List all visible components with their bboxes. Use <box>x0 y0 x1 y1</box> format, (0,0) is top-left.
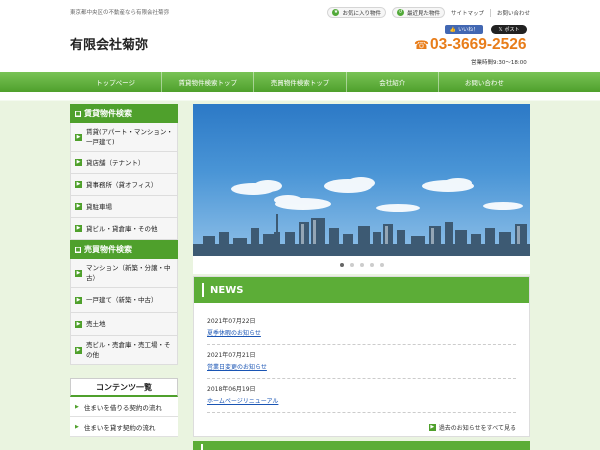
contents-item-label: 住まいを貸す契約の流れ <box>83 423 156 432</box>
sidebar: ■ 賃貸物件検索 ▶ 賃貸(アパート・マンション・一戸建て) ▶ 貸店舗（テナン… <box>70 104 178 437</box>
contents-item-lease-flow[interactable]: ▶ 住まいを貸す契約の流れ <box>70 417 178 437</box>
facebook-like-label: いいね！ <box>458 27 479 33</box>
sidebar-item-sale-mansion[interactable]: ▶ マンション（新築・分譲・中古） <box>70 259 178 288</box>
slider-dot[interactable] <box>339 263 344 267</box>
utility-nav: ★ お気に入り物件 ↺ 最近見た物件 サイトマップ お問い合わせ <box>327 7 530 18</box>
sidebar-item-label: 貸ビル・貸倉庫・その他 <box>86 224 158 233</box>
slider-dot[interactable] <box>379 263 384 267</box>
contents-heading: コンテンツ一覧 <box>70 378 178 397</box>
contents-item-label: 住まいを借りる契約の流れ <box>83 403 162 412</box>
news-item: 2021年07月22日 夏季休暇のお知らせ <box>207 311 516 345</box>
recent-label: 最近見た物件 <box>406 10 440 17</box>
nav-item-sale-search[interactable]: 売買物件検索トップ <box>253 72 345 92</box>
chevron-right-icon: ▶ <box>75 346 82 354</box>
sidebar-item-label: 売土地 <box>86 320 106 328</box>
nav-item-company[interactable]: 会社紹介 <box>345 72 438 92</box>
slider-pagination <box>193 256 530 274</box>
site-logo[interactable]: 有限会社菊弥 <box>70 34 148 53</box>
sale-search-title: 売買物件検索 <box>84 245 132 254</box>
news-more-label: 過去のお知らせをすべて見る <box>438 425 516 432</box>
rental-search-title: 賃貸物件検索 <box>84 109 132 118</box>
chevron-right-icon: ▶ <box>75 159 82 166</box>
nav-item-top[interactable]: トップページ <box>70 72 161 92</box>
sidebar-item-label: マンション（新築・分譲・中古） <box>86 264 171 282</box>
favorites-label: お気に入り物件 <box>342 10 381 17</box>
contents-item-rent-flow[interactable]: ▶ 住まいを借りる契約の流れ <box>70 397 178 417</box>
square-bullet-icon: ■ <box>75 246 81 253</box>
news-item: 2018年06月19日 ホームページリニューアル <box>207 379 516 413</box>
sidebar-item-sale-land[interactable]: ▶ 売土地 <box>70 313 178 336</box>
sidebar-item-label: 貸店舗（テナント） <box>86 158 145 167</box>
nav-item-rental-search[interactable]: 賃貸物件検索トップ <box>161 72 253 92</box>
chevron-right-icon: ▶ <box>428 424 436 431</box>
thumbs-up-icon: 👍 <box>449 26 457 33</box>
square-bullet-icon: ■ <box>75 110 81 117</box>
sidebar-item-label: 賃貸(アパート・マンション・一戸建て) <box>86 128 173 146</box>
news-link[interactable]: 営業日変更のお知らせ <box>207 362 516 371</box>
news-more-link[interactable]: ▶ 過去のお知らせをすべて見る <box>194 413 529 436</box>
news-section: NEWS 2021年07月22日 夏季休暇のお知らせ 2021年07月21日 営… <box>193 276 530 437</box>
rental-search-heading: ■ 賃貸物件検索 <box>70 104 178 123</box>
news-list: 2021年07月22日 夏季休暇のお知らせ 2021年07月21日 営業日変更の… <box>194 303 529 413</box>
news-item: 2021年07月21日 営業日変更のお知らせ <box>207 345 516 379</box>
sidebar-item-label: 貸事務所（貸オフィス） <box>86 180 158 189</box>
recent-button[interactable]: ↺ 最近見た物件 <box>391 7 445 18</box>
sidebar-item-rental-parking[interactable]: ▶ 貸駐車場 <box>70 196 178 218</box>
city-skyline-image <box>193 177 530 256</box>
util-divider <box>489 8 491 17</box>
phone-number[interactable]: ☎ 03-3669-2526 <box>414 36 527 54</box>
slider-dot[interactable] <box>359 263 364 267</box>
heading-accent-bar <box>202 283 204 297</box>
x-post-label: ポスト <box>504 27 520 33</box>
slider-dot[interactable] <box>349 263 354 267</box>
sidebar-item-label: 一戸建て（新築・中古） <box>86 296 158 304</box>
phone-number-text: 03-3669-2526 <box>430 36 527 53</box>
sitemap-link[interactable]: サイトマップ <box>451 9 484 17</box>
news-date: 2021年07月21日 <box>207 352 256 359</box>
sidebar-item-label: 貸駐車場 <box>86 202 112 211</box>
news-date: 2021年07月22日 <box>207 318 256 325</box>
x-post-button[interactable]: 𝕏 ポスト <box>491 25 527 34</box>
x-logo-icon: 𝕏 <box>498 26 503 33</box>
chevron-right-icon: ▶ <box>75 423 79 430</box>
sale-search-heading: ■ 売買物件検索 <box>70 240 178 259</box>
chevron-right-icon: ▶ <box>75 203 82 210</box>
news-link[interactable]: 夏季休暇のお知らせ <box>207 328 516 337</box>
news-link[interactable]: ホームページリニューアル <box>207 396 516 405</box>
chevron-right-icon: ▶ <box>75 133 82 141</box>
sidebar-item-rental-other[interactable]: ▶ 貸ビル・貸倉庫・その他 <box>70 218 178 240</box>
chevron-right-icon: ▶ <box>75 225 82 232</box>
business-hours: 営業時間9:30～18:00 <box>471 60 527 66</box>
chevron-right-icon: ▶ <box>75 181 82 188</box>
site-tagline: 東京都中央区の不動産なら有限会社菊弥 <box>70 10 170 16</box>
facebook-like-button[interactable]: 👍 いいね！ <box>445 25 483 34</box>
sidebar-item-sale-house[interactable]: ▶ 一戸建て（新築・中古） <box>70 288 178 313</box>
next-section-heading <box>193 441 530 450</box>
phone-icon: ☎ <box>414 38 429 52</box>
chevron-right-icon: ▶ <box>75 269 82 277</box>
header-contact-link[interactable]: お問い合わせ <box>497 9 530 17</box>
sidebar-item-label: 売ビル・売倉庫・売工場・その他 <box>86 341 171 359</box>
favorites-button[interactable]: ★ お気に入り物件 <box>327 7 386 18</box>
heading-accent-bar <box>201 444 203 450</box>
social-buttons: 👍 いいね！ 𝕏 ポスト <box>445 25 527 34</box>
main-content: NEWS 2021年07月22日 夏季休暇のお知らせ 2021年07月21日 営… <box>193 104 530 437</box>
nav-item-contact[interactable]: お問い合わせ <box>437 72 530 92</box>
history-icon: ↺ <box>396 9 404 16</box>
sidebar-item-rental-office[interactable]: ▶ 貸事務所（貸オフィス） <box>70 174 178 196</box>
global-nav: トップページ 賃貸物件検索トップ 売買物件検索トップ 会社紹介 お問い合わせ <box>0 72 600 92</box>
slider-dot[interactable] <box>369 263 374 267</box>
chevron-right-icon: ▶ <box>75 320 82 328</box>
sidebar-item-rental-store[interactable]: ▶ 貸店舗（テナント） <box>70 152 178 174</box>
hero-slider[interactable] <box>193 104 530 256</box>
sidebar-item-rental-residential[interactable]: ▶ 賃貸(アパート・マンション・一戸建て) <box>70 123 178 152</box>
star-icon: ★ <box>332 9 340 16</box>
sidebar-item-sale-other[interactable]: ▶ 売ビル・売倉庫・売工場・その他 <box>70 336 178 365</box>
chevron-right-icon: ▶ <box>75 296 82 304</box>
news-heading: NEWS <box>194 277 529 303</box>
news-date: 2018年06月19日 <box>207 386 256 393</box>
news-title: NEWS <box>210 284 244 296</box>
chevron-right-icon: ▶ <box>75 403 79 410</box>
